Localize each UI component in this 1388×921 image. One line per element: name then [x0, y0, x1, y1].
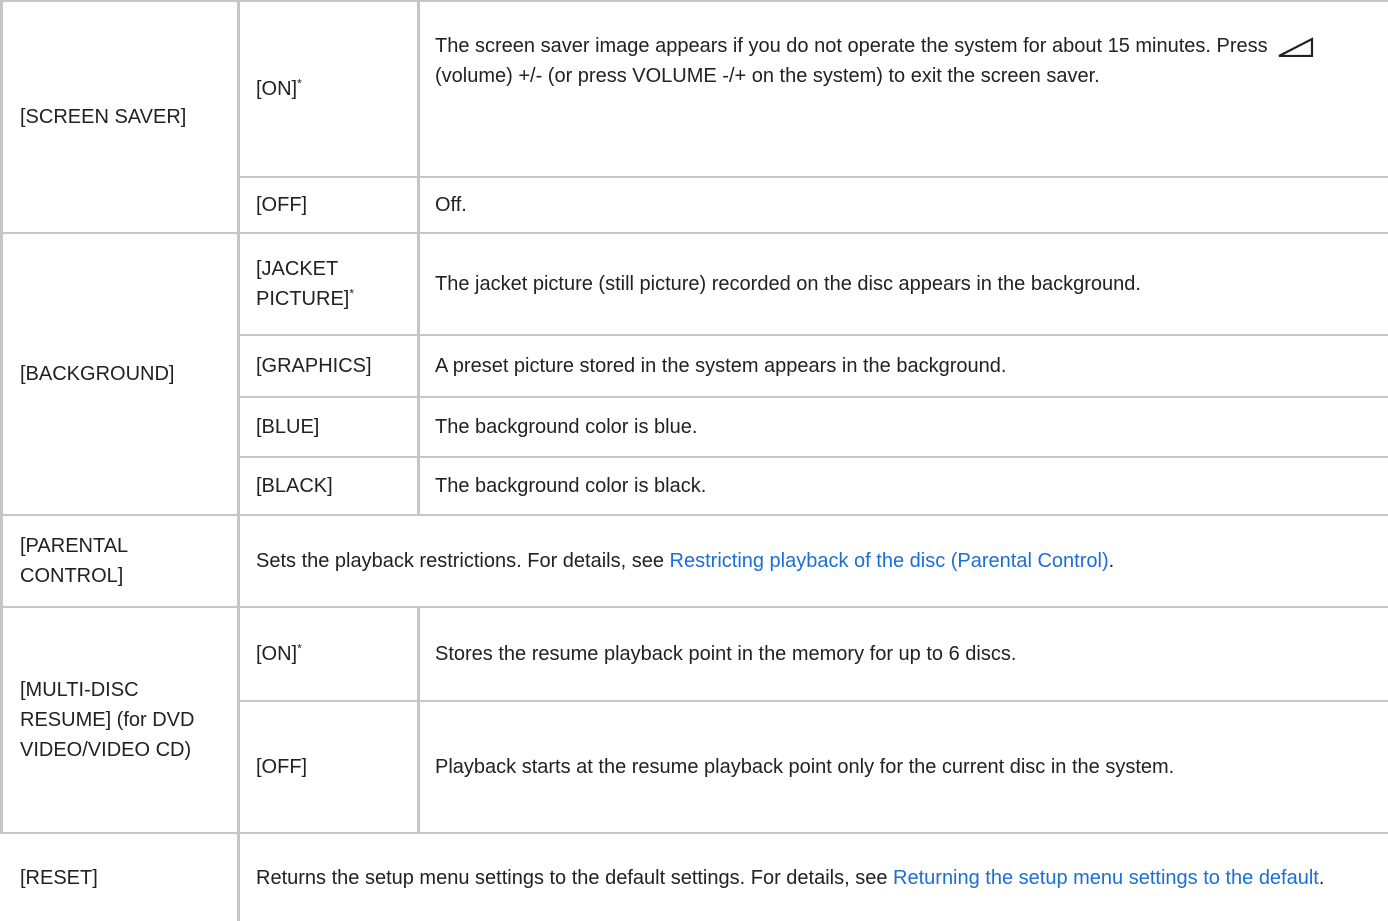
option-desc-screen-saver-off: Off. [435, 194, 467, 216]
reset-settings-link[interactable]: Returning the setup menu settings to the… [893, 867, 1319, 889]
option-screen-saver-off: [OFF] [256, 194, 308, 216]
option-background-jacket-picture: [JACKET PICTURE]* [256, 258, 355, 310]
option-multi-disc-on: [ON]* [256, 641, 302, 665]
setting-desc-reset: Returns the setup menu settings to the d… [256, 866, 1325, 889]
option-desc-background-blue: The background color is blue. [435, 416, 698, 438]
option-desc-background-graphics: A preset picture stored in the system ap… [435, 355, 1007, 377]
option-desc-multi-disc-on: Stores the resume playback point in the … [435, 643, 1017, 665]
option-screen-saver-on: [ON]* [256, 76, 302, 100]
option-background-graphics: [GRAPHICS] [256, 355, 372, 377]
parental-control-link[interactable]: Restricting playback of the disc (Parent… [670, 550, 1109, 572]
setting-label-reset: [RESET] [20, 866, 98, 889]
table-rule [417, 606, 420, 832]
option-desc-background-black: The background color is black. [435, 475, 707, 497]
setting-label-background: [BACKGROUND] [20, 363, 175, 385]
option-background-blue: [BLUE] [256, 416, 320, 438]
option-multi-disc-off: [OFF] [256, 756, 308, 778]
table-rule [417, 0, 420, 514]
option-desc-screen-saver-on: The screen saver image appears if you do… [435, 31, 1380, 91]
option-desc-background-jacket-picture: The jacket picture (still picture) recor… [435, 273, 1141, 295]
option-background-black: [BLACK] [256, 475, 333, 497]
setting-label-screen-saver: [SCREEN SAVER] [20, 106, 187, 128]
table-rule [237, 0, 240, 921]
table-rule [0, 0, 3, 834]
option-desc-multi-disc-off: Playback starts at the resume playback p… [435, 756, 1175, 778]
volume-triangle-icon [1278, 36, 1314, 58]
setting-label-multi-disc-resume: [MULTI-DISC RESUME] (for DVD VIDEO/VIDEO… [20, 679, 195, 761]
setting-label-parental-control: [PARENTAL CONTROL] [20, 535, 128, 587]
setting-desc-parental-control: Sets the playback restrictions. For deta… [256, 550, 1115, 572]
